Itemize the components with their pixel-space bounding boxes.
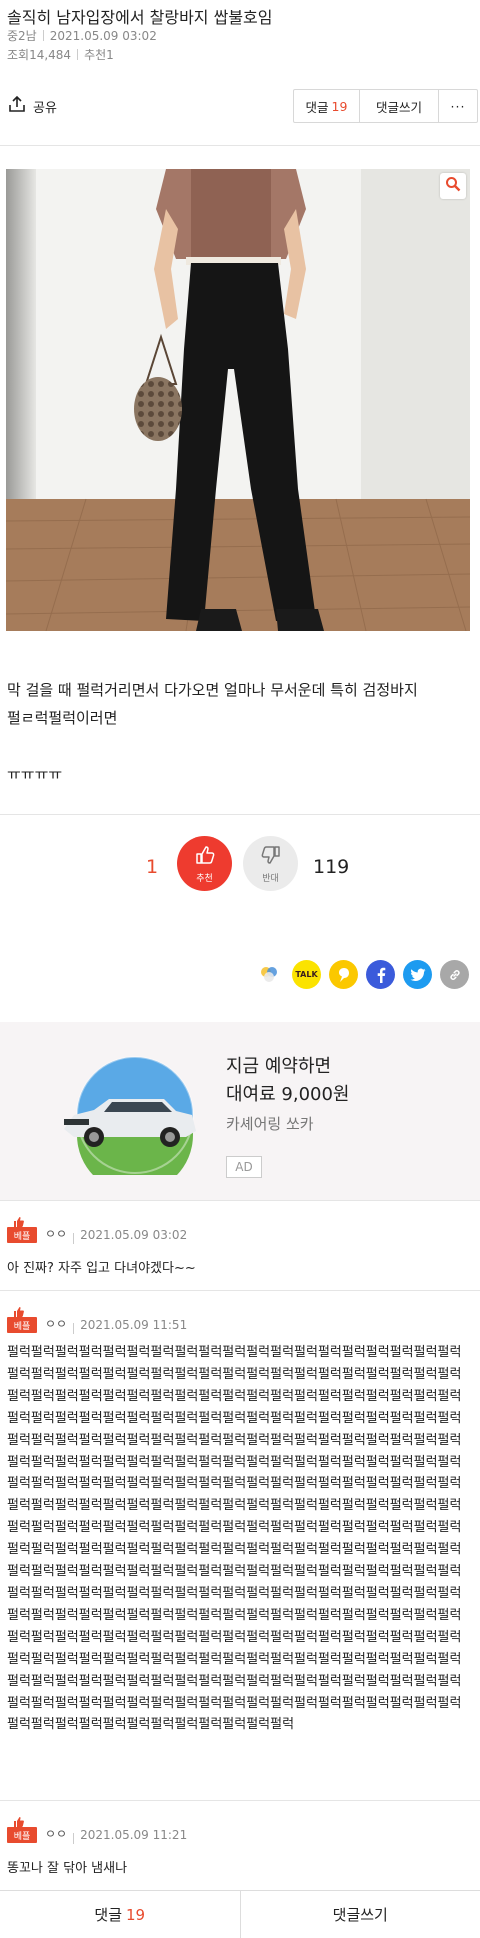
upvote-label: 추천 [196,873,213,884]
zoom-button[interactable] [440,173,466,199]
comment-item: 베플 ㅇㅇ 2021.05.09 03:02 아 진짜? 자주 입고 다녀야겠다… [0,1200,480,1290]
facebook-icon[interactable] [366,960,395,989]
comment-text: 아 진짜? 자주 입고 다녀야겠다~~ [7,1261,196,1276]
more-options-button[interactable]: ··· [439,90,477,122]
comments-button[interactable]: 댓글 19 [294,90,360,122]
share-button[interactable]: 공유 [7,94,57,118]
content-line: 막 걸을 때 펄럭거리면서 다가오면 얼마나 무서운데 특히 검정바지 [7,681,418,699]
recommend-count: 추천1 [84,48,114,62]
ad-brand: 카셰어링 쏘카 [226,1115,314,1133]
comment-date: 2021.05.09 03:02 [80,1228,188,1242]
kakaostory-icon[interactable] [329,960,358,989]
post-meta-stats: 조회14,484 추천1 [7,46,114,63]
comment-date: 2021.05.09 11:21 [80,1828,188,1842]
share-label: 공유 [33,100,57,116]
comment-author[interactable]: ㅇㅇ [45,1825,67,1842]
meta-divider [77,49,79,60]
post-datetime: 2021.05.09 03:02 [49,29,157,43]
vote-area: 1 추천 반대 119 [0,836,480,896]
post-header: 솔직히 남자입장에서 찰랑바지 쌉불호임 중2남 2021.05.09 03:02… [0,0,480,150]
downvote-button[interactable]: 반대 [243,836,298,891]
best-badge-label: 베플 [7,1827,37,1843]
ad-car-image [64,1055,206,1193]
kakaotalk-icon[interactable]: TALK [292,960,321,989]
bottom-comments-count: 19 [126,1905,146,1924]
search-icon [445,176,461,196]
comment-author[interactable]: ㅇㅇ [45,1225,67,1242]
bottom-comments-button[interactable]: 댓글 19 [0,1891,241,1938]
bottom-comments-label: 댓글 [94,1906,122,1924]
post-title: 솔직히 남자입장에서 찰랑바지 쌉불호임 [7,8,273,27]
meta-divider [73,1833,75,1844]
header-divider [0,145,480,146]
upvote-button[interactable]: 추천 [177,836,232,891]
best-badge-label: 베플 [7,1317,37,1333]
author-name[interactable]: 중2남 [7,29,37,43]
ad-banner[interactable]: 지금 예약하면 대여료 9,000원 카셰어링 쏘카 AD [0,1022,480,1200]
post-image[interactable] [6,169,470,631]
comment-date: 2021.05.09 11:51 [80,1318,188,1332]
comment-author[interactable]: ㅇㅇ [45,1315,67,1332]
write-comment-button[interactable]: 댓글쓰기 [360,90,439,122]
ad-badge: AD [226,1156,262,1178]
content-line: ㅠㅠㅠㅠ [7,765,63,783]
post-content: 막 걸을 때 펄럭거리면서 다가오면 얼마나 무서운데 특히 검정바지 펄ㄹ럭펄… [7,676,473,788]
post-actions: 댓글 19 댓글쓰기 ··· [293,89,478,123]
comment-text: 똥꼬나 잘 닦아 냄새나 [7,1861,128,1876]
thumbs-down-icon [260,844,282,870]
bottom-write-comment-button[interactable]: 댓글쓰기 [241,1891,480,1938]
comment-item: 베플 ㅇㅇ 2021.05.09 11:51 펄럭펄럭펄럭펄럭펄럭펄럭펄럭펄럭펄… [0,1290,480,1800]
sns-share-row: TALK [255,960,469,989]
best-badge: 베플 [7,1306,37,1334]
comments-count: 19 [331,98,348,114]
comment-text: 펄럭펄럭펄럭펄럭펄럭펄럭펄럭펄럭펄럭펄럭펄럭펄럭펄럭펄럭펄럭펄럭펄럭펄럭펄럭펄럭… [7,1345,462,1733]
story-icon[interactable] [255,960,284,989]
upvote-count: 1 [145,856,159,878]
thumbs-up-icon [194,844,216,870]
best-badge: 베플 [7,1216,37,1244]
best-badge-label: 베플 [7,1227,37,1243]
ad-headline: 지금 예약하면 [226,1056,332,1077]
meta-divider [73,1233,75,1244]
best-badge: 베플 [7,1816,37,1844]
content-divider [0,814,480,815]
link-icon[interactable] [440,960,469,989]
comment-item: 베플 ㅇㅇ 2021.05.09 11:21 똥꼬나 잘 닦아 냄새나 [0,1800,480,1890]
downvote-label: 반대 [262,873,279,884]
comments-label: 댓글 [305,99,329,115]
post-meta-author: 중2남 2021.05.09 03:02 [7,27,157,44]
content-line: 펄ㄹ럭펄럭이러면 [7,709,118,727]
view-count: 조회14,484 [7,48,72,62]
meta-divider [42,30,44,41]
downvote-count: 119 [313,856,350,878]
comment-header: 베플 ㅇㅇ 2021.05.09 03:02 [7,1216,187,1244]
meta-divider [73,1323,75,1334]
ad-headline-price: 대여료 9,000원 [226,1084,350,1105]
share-icon [7,94,27,118]
bottom-action-bar: 댓글 19 댓글쓰기 [0,1890,480,1938]
comment-header: 베플 ㅇㅇ 2021.05.09 11:51 [7,1306,187,1334]
comment-header: 베플 ㅇㅇ 2021.05.09 11:21 [7,1816,187,1844]
twitter-icon[interactable] [403,960,432,989]
